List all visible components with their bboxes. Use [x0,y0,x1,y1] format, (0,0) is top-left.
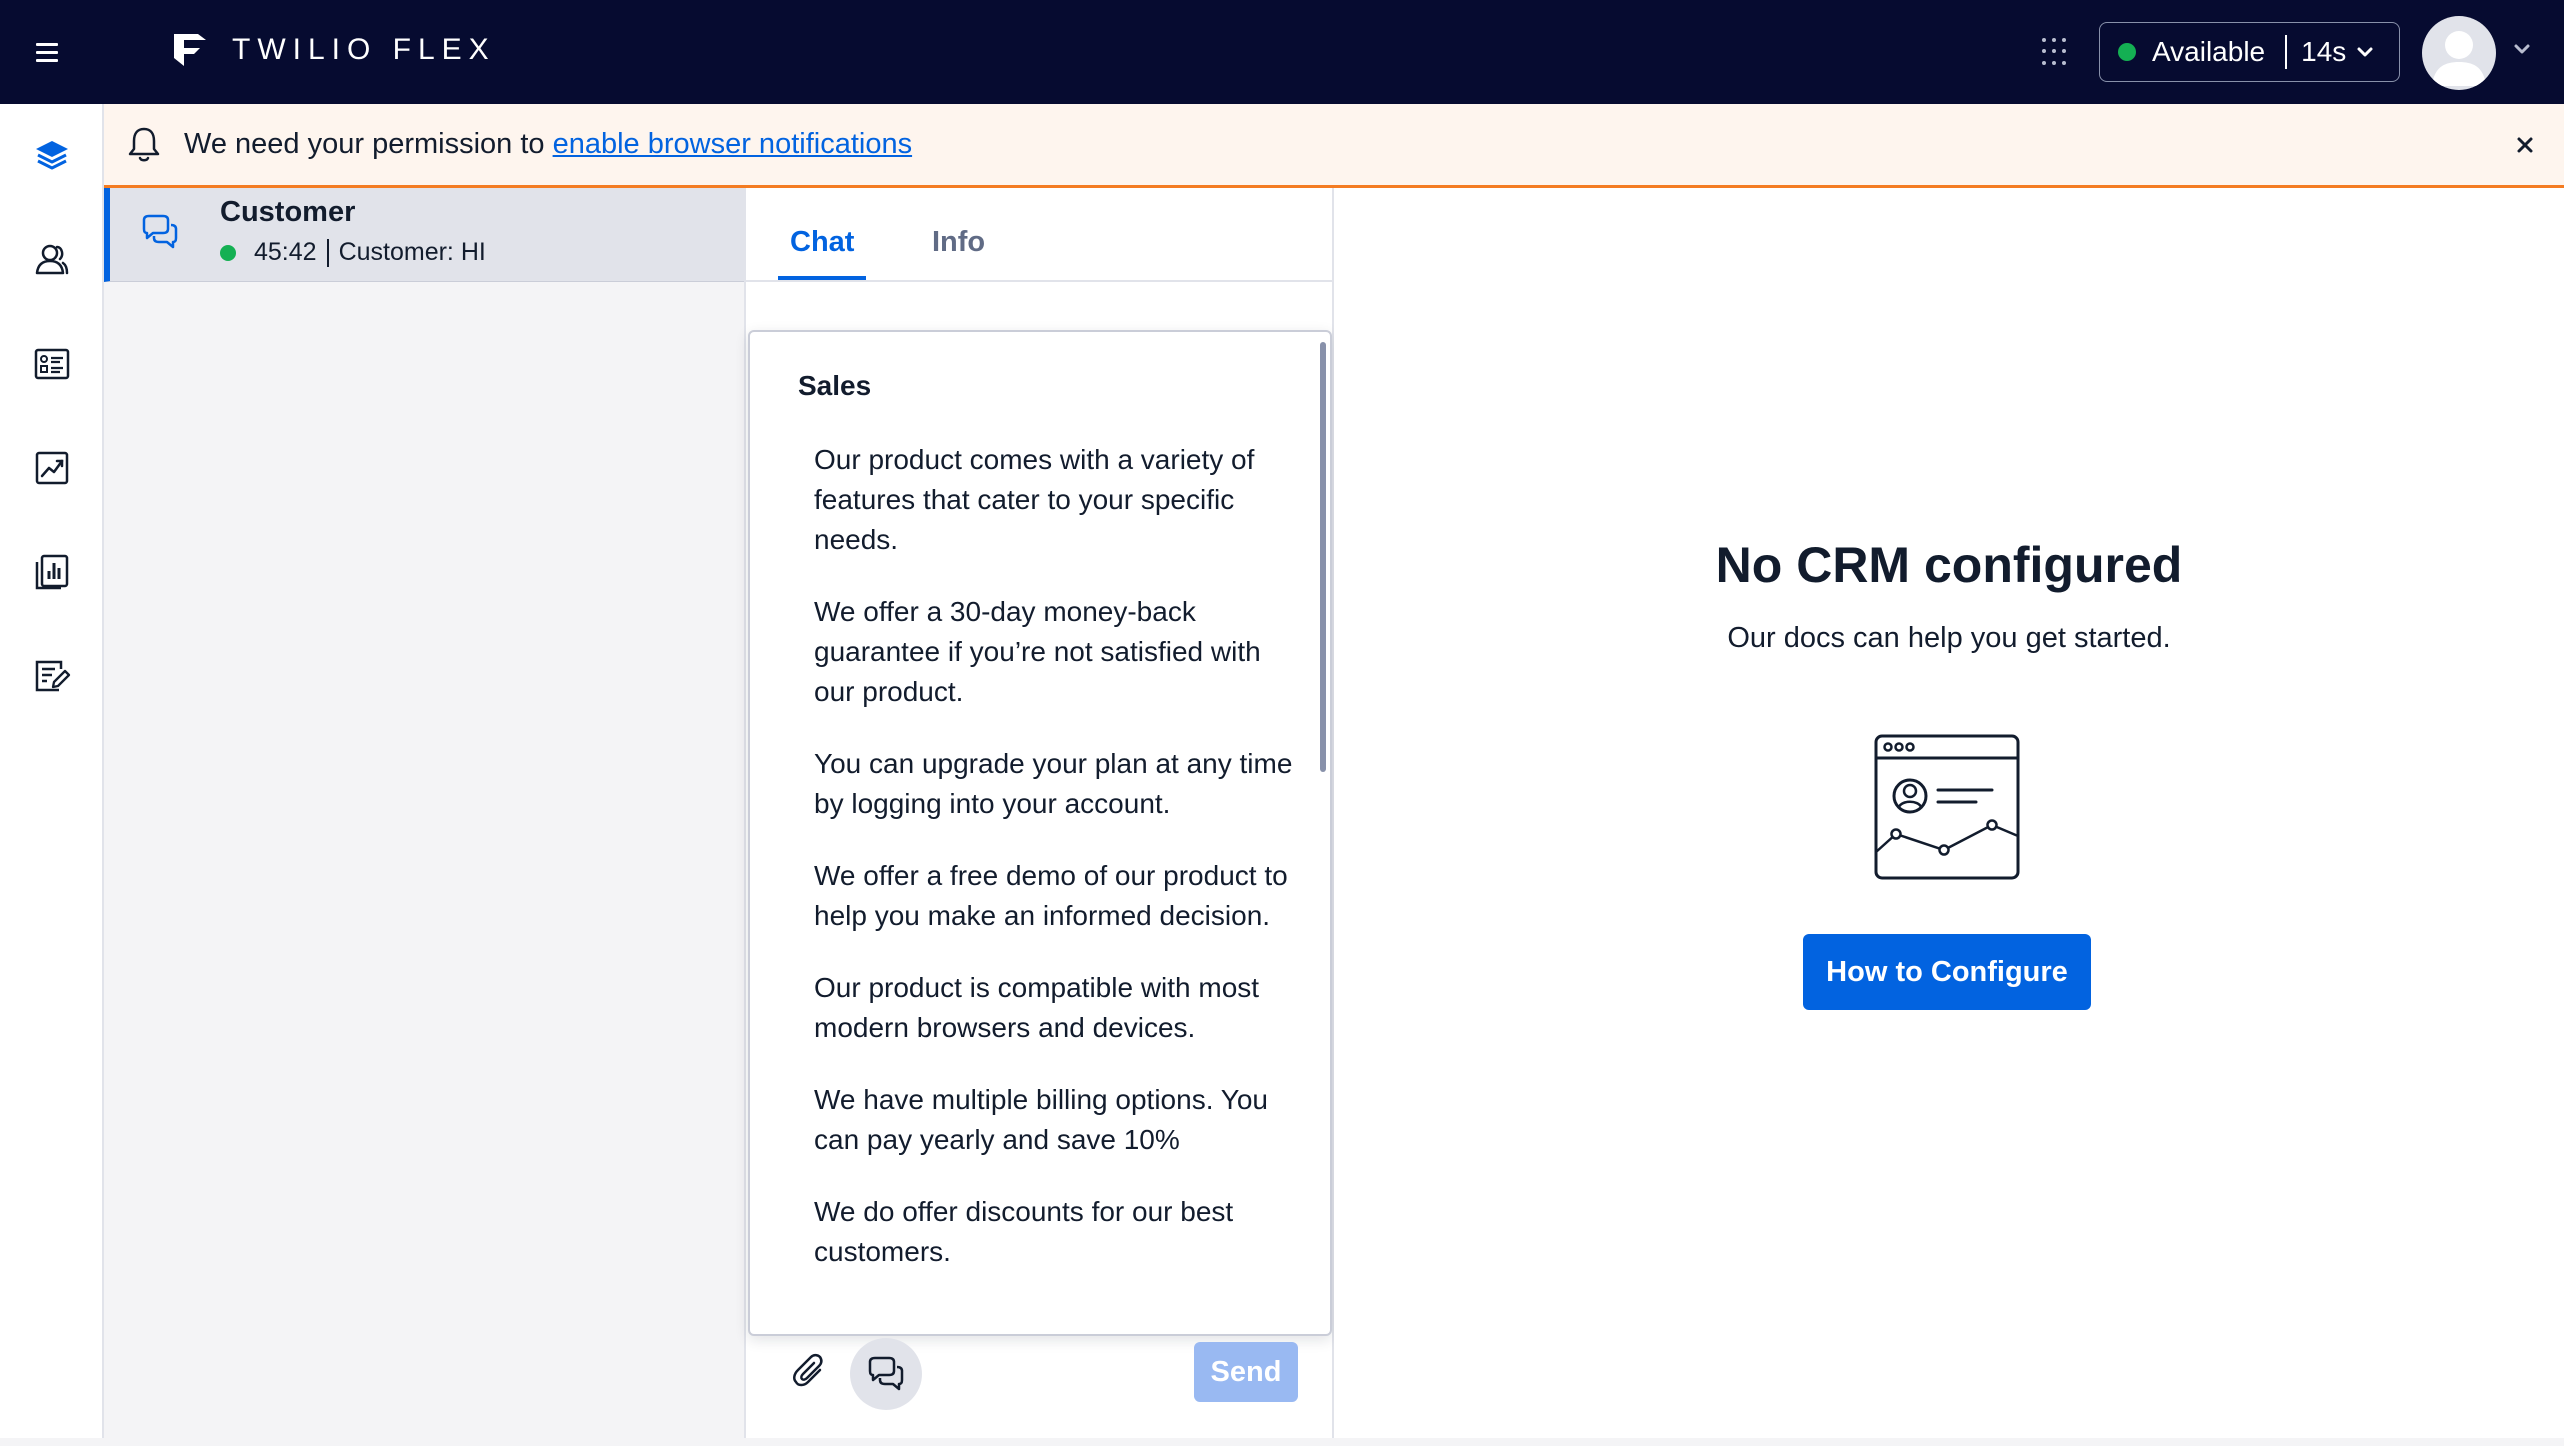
canned-response-item[interactable]: We have multiple billing options. You ca… [814,1080,1304,1160]
crm-empty-title: No CRM configured [1715,537,2183,593]
tab-chat[interactable]: Chat [790,226,854,259]
canned-response-item[interactable]: We offer a free demo of our product to h… [814,856,1304,936]
banner-message: We need your permission to enable browse… [184,128,912,161]
task-tabs: Chat Info [746,188,1332,282]
avatar[interactable] [2422,16,2496,90]
user-avatar-icon [2432,31,2486,86]
banner-text: We need your permission to [184,128,553,160]
nav-analytics[interactable] [30,550,74,594]
status-timer: 14s [2301,36,2347,67]
page-bottom-edge [0,1438,2564,1446]
canned-responses-list: Our product comes with a variety of feat… [814,440,1304,1304]
hamburger-menu-icon[interactable] [36,36,68,68]
task-title: Customer [220,196,356,228]
nav-teams[interactable] [30,238,74,282]
crm-panel: No CRM configured Our docs can help you … [1334,188,2564,1444]
task-divider [326,238,329,267]
status-divider [2285,35,2288,69]
how-to-configure-button[interactable]: How to Configure [1803,934,2091,1010]
layers-icon [36,141,68,170]
chat-panel: Chat Info Sales Our product comes with a… [746,188,1334,1444]
paperclip-icon[interactable] [790,1352,830,1392]
status-label: Available [2152,36,2266,67]
trend-chart-icon [35,451,69,485]
activity-status-selector[interactable]: Available 14s [2099,22,2400,82]
nav-quality-management[interactable] [30,654,74,698]
bell-icon [128,127,160,162]
edit-list-icon [35,660,71,692]
task-list: Customer 45:42 Customer: HI [104,188,746,1444]
list-card-icon [34,348,70,380]
users-icon [35,244,69,275]
enable-notifications-link[interactable]: enable browser notifications [553,128,912,160]
send-button[interactable]: Send [1194,1342,1298,1402]
chat-bubbles-icon [868,1356,904,1391]
task-status-dot-icon [220,244,236,261]
canned-response-item[interactable]: We offer a 30-day money-back guarantee i… [814,592,1304,712]
apps-grid-icon[interactable] [2036,34,2072,70]
chat-bubbles-icon [142,214,178,249]
nav-queues-stats[interactable] [30,342,74,386]
bar-report-icon [35,554,69,590]
chevron-down-icon[interactable] [2512,42,2532,56]
status-dot-icon [2118,43,2136,61]
crm-illustration-icon [1874,734,2020,880]
canned-response-item[interactable]: Our product comes with a variety of feat… [814,440,1304,560]
brand-logo: TWILIO FLEX [172,30,496,70]
tab-info[interactable]: Info [932,226,985,259]
brand-name: TWILIO FLEX [232,33,496,66]
top-bar: TWILIO FLEX Available 14s [0,0,2564,104]
active-tab-indicator [778,276,866,280]
canned-responses-popover: Sales Our product comes with a variety o… [748,330,1332,1336]
task-time: 45:42 [254,238,317,266]
twilio-flex-logo-icon [174,34,206,66]
notification-permission-banner: We need your permission to enable browse… [104,104,2564,188]
canned-response-item[interactable]: We do offer discounts for our best custo… [814,1192,1304,1272]
crm-empty-subtitle: Our docs can help you get started. [1727,622,2171,654]
canned-category-title: Sales [798,370,872,401]
nav-insights[interactable] [30,446,74,490]
scrollbar-thumb[interactable] [1320,342,1326,772]
canned-response-item[interactable]: You can upgrade your plan at any time by… [814,744,1304,824]
canned-responses-button[interactable] [850,1338,922,1410]
side-navigation [0,104,104,1444]
task-card[interactable]: Customer 45:42 Customer: HI [104,188,744,282]
task-preview: Customer: HI [338,238,486,266]
chevron-down-icon [2357,47,2373,57]
task-meta: 45:42 Customer: HI [220,238,486,267]
canned-response-item[interactable]: Our product is compatible with most mode… [814,968,1304,1048]
close-icon[interactable] [2510,130,2540,160]
nav-agent-desktop[interactable] [30,134,74,178]
